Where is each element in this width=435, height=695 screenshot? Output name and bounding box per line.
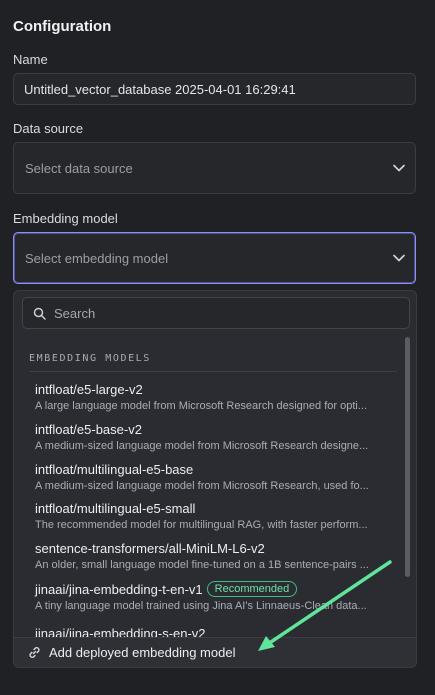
model-name: intfloat/e5-base-v2 — [35, 422, 142, 437]
model-name: intfloat/multilingual-e5-base — [35, 462, 194, 477]
embedding-dropdown: Search EMBEDDING MODELS intfloat/e5-larg… — [13, 290, 417, 668]
embedding-select[interactable]: Select embedding model — [13, 232, 416, 284]
search-placeholder: Search — [54, 305, 96, 321]
link-icon — [28, 646, 41, 659]
embedding-label: Embedding model — [13, 211, 118, 226]
name-value: Untitled_vector_database 2025-04-01 16:2… — [24, 81, 296, 97]
dropdown-scrollbar[interactable] — [405, 337, 410, 577]
model-option[interactable]: jinaai/jina-embedding-t-en-v1 Recommende… — [35, 581, 390, 612]
model-option[interactable]: sentence-transformers/all-MiniLM-L6-v2 A… — [35, 541, 390, 571]
section-divider — [29, 371, 397, 372]
name-field[interactable]: Untitled_vector_database 2025-04-01 16:2… — [13, 73, 416, 105]
footer-label: Add deployed embedding model — [49, 645, 236, 660]
data-source-select[interactable]: Select data source — [13, 142, 416, 194]
model-option[interactable]: intfloat/multilingual-e5-small The recom… — [35, 501, 390, 531]
model-option[interactable]: intfloat/e5-large-v2 A large language mo… — [35, 382, 390, 412]
model-search-input[interactable]: Search — [22, 297, 410, 329]
embedding-placeholder: Select embedding model — [25, 250, 169, 266]
model-name: sentence-transformers/all-MiniLM-L6-v2 — [35, 541, 265, 556]
model-name: intfloat/e5-large-v2 — [35, 382, 143, 397]
model-option[interactable]: intfloat/e5-base-v2 A medium-sized langu… — [35, 422, 390, 452]
model-desc: A large language model from Microsoft Re… — [35, 400, 368, 412]
model-desc: An older, small language model fine-tune… — [35, 559, 369, 571]
chevron-down-icon — [393, 252, 405, 264]
name-label: Name — [13, 52, 48, 67]
recommended-badge: Recommended — [206, 581, 298, 597]
data-source-label: Data source — [13, 121, 84, 136]
model-desc: The recommended model for multilingual R… — [35, 519, 368, 531]
search-icon — [33, 307, 46, 320]
config-title: Configuration — [13, 18, 112, 35]
add-deployed-model-button[interactable]: Add deployed embedding model — [14, 637, 416, 667]
model-desc: A medium-sized language model from Micro… — [35, 440, 369, 452]
model-name: jinaai/jina-embedding-t-en-v1 — [35, 581, 203, 597]
model-option[interactable]: intfloat/multilingual-e5-base A medium-s… — [35, 462, 390, 492]
section-header: EMBEDDING MODELS — [29, 353, 151, 364]
model-desc: A tiny language model trained using Jina… — [35, 600, 367, 612]
model-desc: A medium-sized language model from Micro… — [35, 480, 369, 492]
chevron-down-icon — [393, 162, 405, 174]
data-source-placeholder: Select data source — [25, 160, 133, 176]
model-name: intfloat/multilingual-e5-small — [35, 501, 196, 516]
